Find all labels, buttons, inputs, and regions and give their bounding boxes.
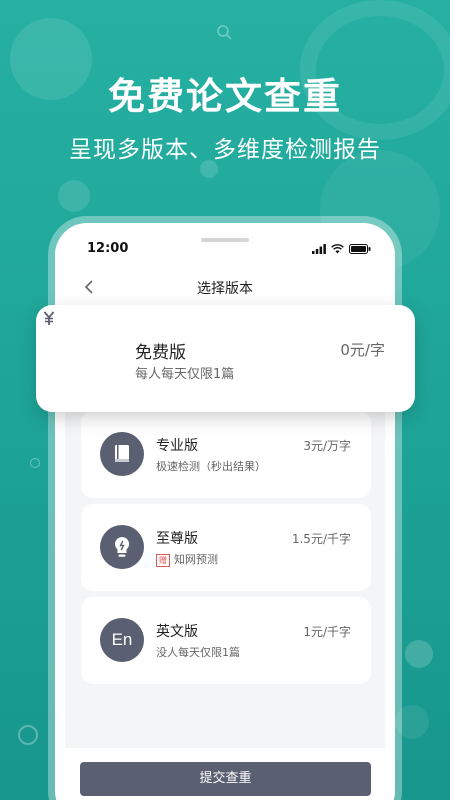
status-bar: 12:00: [65, 233, 385, 267]
plan-price: 1.5元/千字: [291, 532, 351, 546]
signal-icon: [312, 244, 326, 254]
wifi-icon: [331, 244, 344, 254]
plan-desc-text: 知网预测: [174, 553, 218, 566]
submit-check-button[interactable]: 提交查重: [80, 762, 371, 796]
book-icon: [115, 445, 129, 462]
decor-ring: [18, 725, 38, 745]
plan-desc: 赠知网预测: [156, 551, 218, 567]
hero-title: 免费论文查重: [108, 75, 342, 118]
plan-card-free[interactable]: 免费版 每人每天仅限1篇 0元/字: [36, 305, 415, 412]
decor-circle: [405, 640, 433, 668]
yuan-icon: [38, 307, 60, 329]
plan-price: 3元/万字: [303, 439, 351, 453]
plan-card-english[interactable]: En 英文版 没人每天仅限1篇 1元/千字: [81, 597, 371, 684]
plan-name: 免费版: [135, 343, 186, 363]
plan-desc: 没人每天仅限1篇: [156, 646, 240, 659]
plan-card-premium[interactable]: 至尊版 赠知网预测 1.5元/千字: [81, 504, 371, 591]
plan-name: 至尊版: [156, 531, 198, 547]
en-icon-text: En: [111, 630, 133, 649]
lightbulb-icon-wrapper: [100, 525, 144, 569]
nav-bar: 选择版本: [65, 267, 385, 307]
plan-desc: 每人每天仅限1篇: [135, 367, 235, 382]
decor-circle: [58, 180, 90, 212]
decor-search-icon: [217, 25, 232, 40]
plan-name: 专业版: [156, 438, 198, 454]
gift-badge: 赠: [156, 553, 170, 567]
plan-name: 英文版: [156, 624, 198, 640]
en-icon: En: [100, 618, 144, 662]
phone-notch: [137, 233, 313, 259]
plan-card-pro[interactable]: 专业版 极速检测（秒出结果） 3元/万字: [81, 411, 371, 498]
nav-title: 选择版本: [197, 281, 253, 297]
speaker-bar: [201, 238, 249, 242]
hero-subtitle: 呈现多版本、多维度检测报告: [69, 137, 381, 163]
status-icons: [312, 244, 371, 254]
decor-circle: [395, 705, 429, 739]
lightbulb-icon: [114, 536, 130, 557]
plan-desc: 极速检测（秒出结果）: [156, 460, 266, 473]
battery-icon: [349, 244, 371, 254]
plan-price: 1元/千字: [303, 625, 351, 639]
plan-price: 0元/字: [340, 341, 385, 359]
book-icon-wrapper: [100, 432, 144, 476]
decor-ring: [30, 458, 40, 468]
yuan-icon-wrapper: [36, 305, 90, 359]
status-time: 12:00: [87, 241, 129, 256]
